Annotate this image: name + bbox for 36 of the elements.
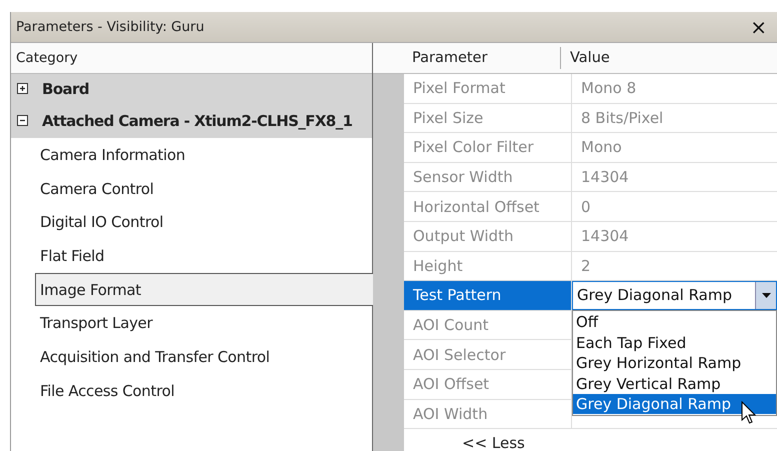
tree-item[interactable]: Acquisition and Transfer Control — [11, 340, 372, 374]
tree-node-label: Board — [42, 80, 89, 98]
value-cell: 14304 — [571, 162, 777, 192]
tree-node-label: Attached Camera - Xtium2-CLHS_FX8_1 — [42, 112, 352, 130]
tree-node[interactable]: Board — [11, 74, 372, 103]
tree-item[interactable]: File Access Control — [11, 374, 372, 408]
expand-icon[interactable] — [17, 83, 28, 94]
value-cell: Mono — [571, 133, 777, 162]
dropdown-option[interactable]: Grey Diagonal Ramp — [573, 394, 776, 414]
value-cell: 8 Bits/Pixel — [571, 104, 777, 132]
value-cell: 0 — [571, 192, 777, 221]
dropdown-option[interactable]: Grey Horizontal Ramp — [573, 352, 776, 374]
dropdown-option[interactable]: Each Tap Fixed — [573, 332, 776, 353]
tree-node[interactable]: Attached Camera - Xtium2-CLHS_FX8_1 — [11, 103, 372, 138]
tree-item[interactable]: Camera Control — [11, 172, 372, 206]
collapse-icon[interactable] — [17, 115, 28, 126]
column-header: Value — [569, 49, 610, 68]
less-button[interactable]: << Less — [462, 434, 525, 451]
value-cell: Mono 8 — [571, 74, 777, 103]
caret-icon — [762, 292, 770, 298]
tree-item[interactable]: Camera Information — [11, 138, 372, 172]
value-dropdown[interactable]: Grey Diagonal Ramp — [572, 281, 777, 310]
column-header: Parameter — [403, 47, 561, 69]
dropdown-option[interactable]: Off — [573, 312, 776, 332]
close-button[interactable]: × — [740, 17, 777, 37]
parameter-cell[interactable]: Test Pattern — [404, 281, 571, 310]
dropdown-option[interactable]: Grey Vertical Ramp — [573, 373, 776, 394]
window-title: Parameters - Visibility: Guru — [15, 19, 204, 35]
tree-item[interactable]: Flat Field — [11, 239, 372, 273]
tree-item[interactable]: Image Format — [35, 272, 373, 306]
value-cell: 14304 — [571, 222, 777, 251]
category-header: Category — [11, 43, 372, 74]
dropdown-button[interactable] — [755, 282, 776, 309]
tree-item[interactable]: Transport Layer — [11, 306, 372, 340]
value-cell: 2 — [571, 252, 777, 280]
tree-item[interactable]: Digital IO Control — [11, 205, 372, 240]
